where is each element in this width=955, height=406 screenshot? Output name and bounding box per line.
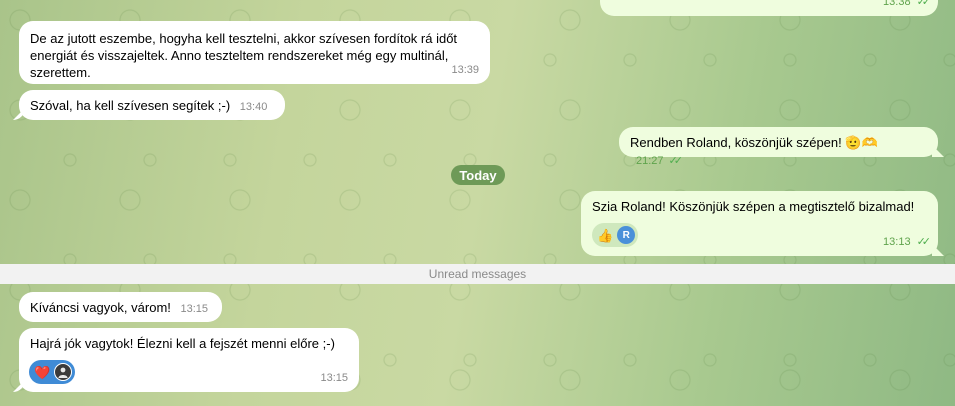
message-incoming[interactable]: Kíváncsi vagyok, várom! 13:15 <box>19 292 222 322</box>
message-meta: 21:27 ✓✓ <box>636 153 684 170</box>
reactor-avatar <box>54 363 73 381</box>
message-time: 13:13 <box>883 236 911 248</box>
message-text: De az jutott eszembe, hogyha kell teszte… <box>30 31 458 80</box>
unread-messages-separator: Unread messages <box>0 264 955 284</box>
double-check-icon: ✓✓ <box>668 155 684 167</box>
reaction-chip[interactable]: 👍 R <box>592 223 639 247</box>
message-meta: 13:40 <box>240 99 268 116</box>
message-outgoing[interactable]: Rendben Roland, köszönjük szépen! 🫡🫶 21:… <box>619 127 938 167</box>
message-time: 13:15 <box>180 303 209 315</box>
message-outgoing-clipped[interactable]: 13:38 ✓✓ <box>600 0 938 16</box>
message-meta: 13:15 <box>320 370 348 387</box>
reaction-chip[interactable]: ❤️ <box>29 360 76 384</box>
message-text: Szóval, ha kell szívesen segítek ;-) <box>30 98 231 113</box>
message-meta: 13:13 ✓✓ <box>883 234 932 251</box>
message-time: 13:39 <box>451 64 479 76</box>
message-text: Kíváncsi vagyok, várom! <box>30 300 171 315</box>
reactor-avatar: R <box>617 226 636 244</box>
message-time: 21:27 <box>636 155 664 167</box>
message-outgoing[interactable]: Szia Roland! Köszönjük szépen a megtiszt… <box>581 191 938 256</box>
double-check-icon: ✓✓ <box>916 0 932 8</box>
message-text: Rendben Roland, köszönjük szépen! 🫡🫶 <box>630 135 878 150</box>
message-text: Hajrá jók vagytok! Élezni kell a fejszét… <box>30 336 335 351</box>
date-separator: Today <box>451 165 505 185</box>
message-incoming[interactable]: Hajrá jók vagytok! Élezni kell a fejszét… <box>19 328 359 392</box>
message-incoming[interactable]: Szóval, ha kell szívesen segítek ;-) 13:… <box>19 90 285 120</box>
heart-icon: ❤️ <box>34 364 51 380</box>
thumbs-up-icon: 👍 <box>597 227 614 243</box>
message-text: Szia Roland! Köszönjük szépen a megtiszt… <box>592 199 915 214</box>
message-meta: 13:38 ✓✓ <box>883 0 932 11</box>
message-meta: 13:15 <box>181 301 209 318</box>
double-check-icon: ✓✓ <box>916 236 932 248</box>
message-time: 13:38 <box>883 0 911 8</box>
message-time: 13:15 <box>320 372 348 384</box>
message-time: 13:40 <box>239 101 268 113</box>
message-incoming[interactable]: De az jutott eszembe, hogyha kell teszte… <box>19 21 490 84</box>
person-icon <box>58 367 68 378</box>
message-meta: 13:39 <box>451 62 479 79</box>
